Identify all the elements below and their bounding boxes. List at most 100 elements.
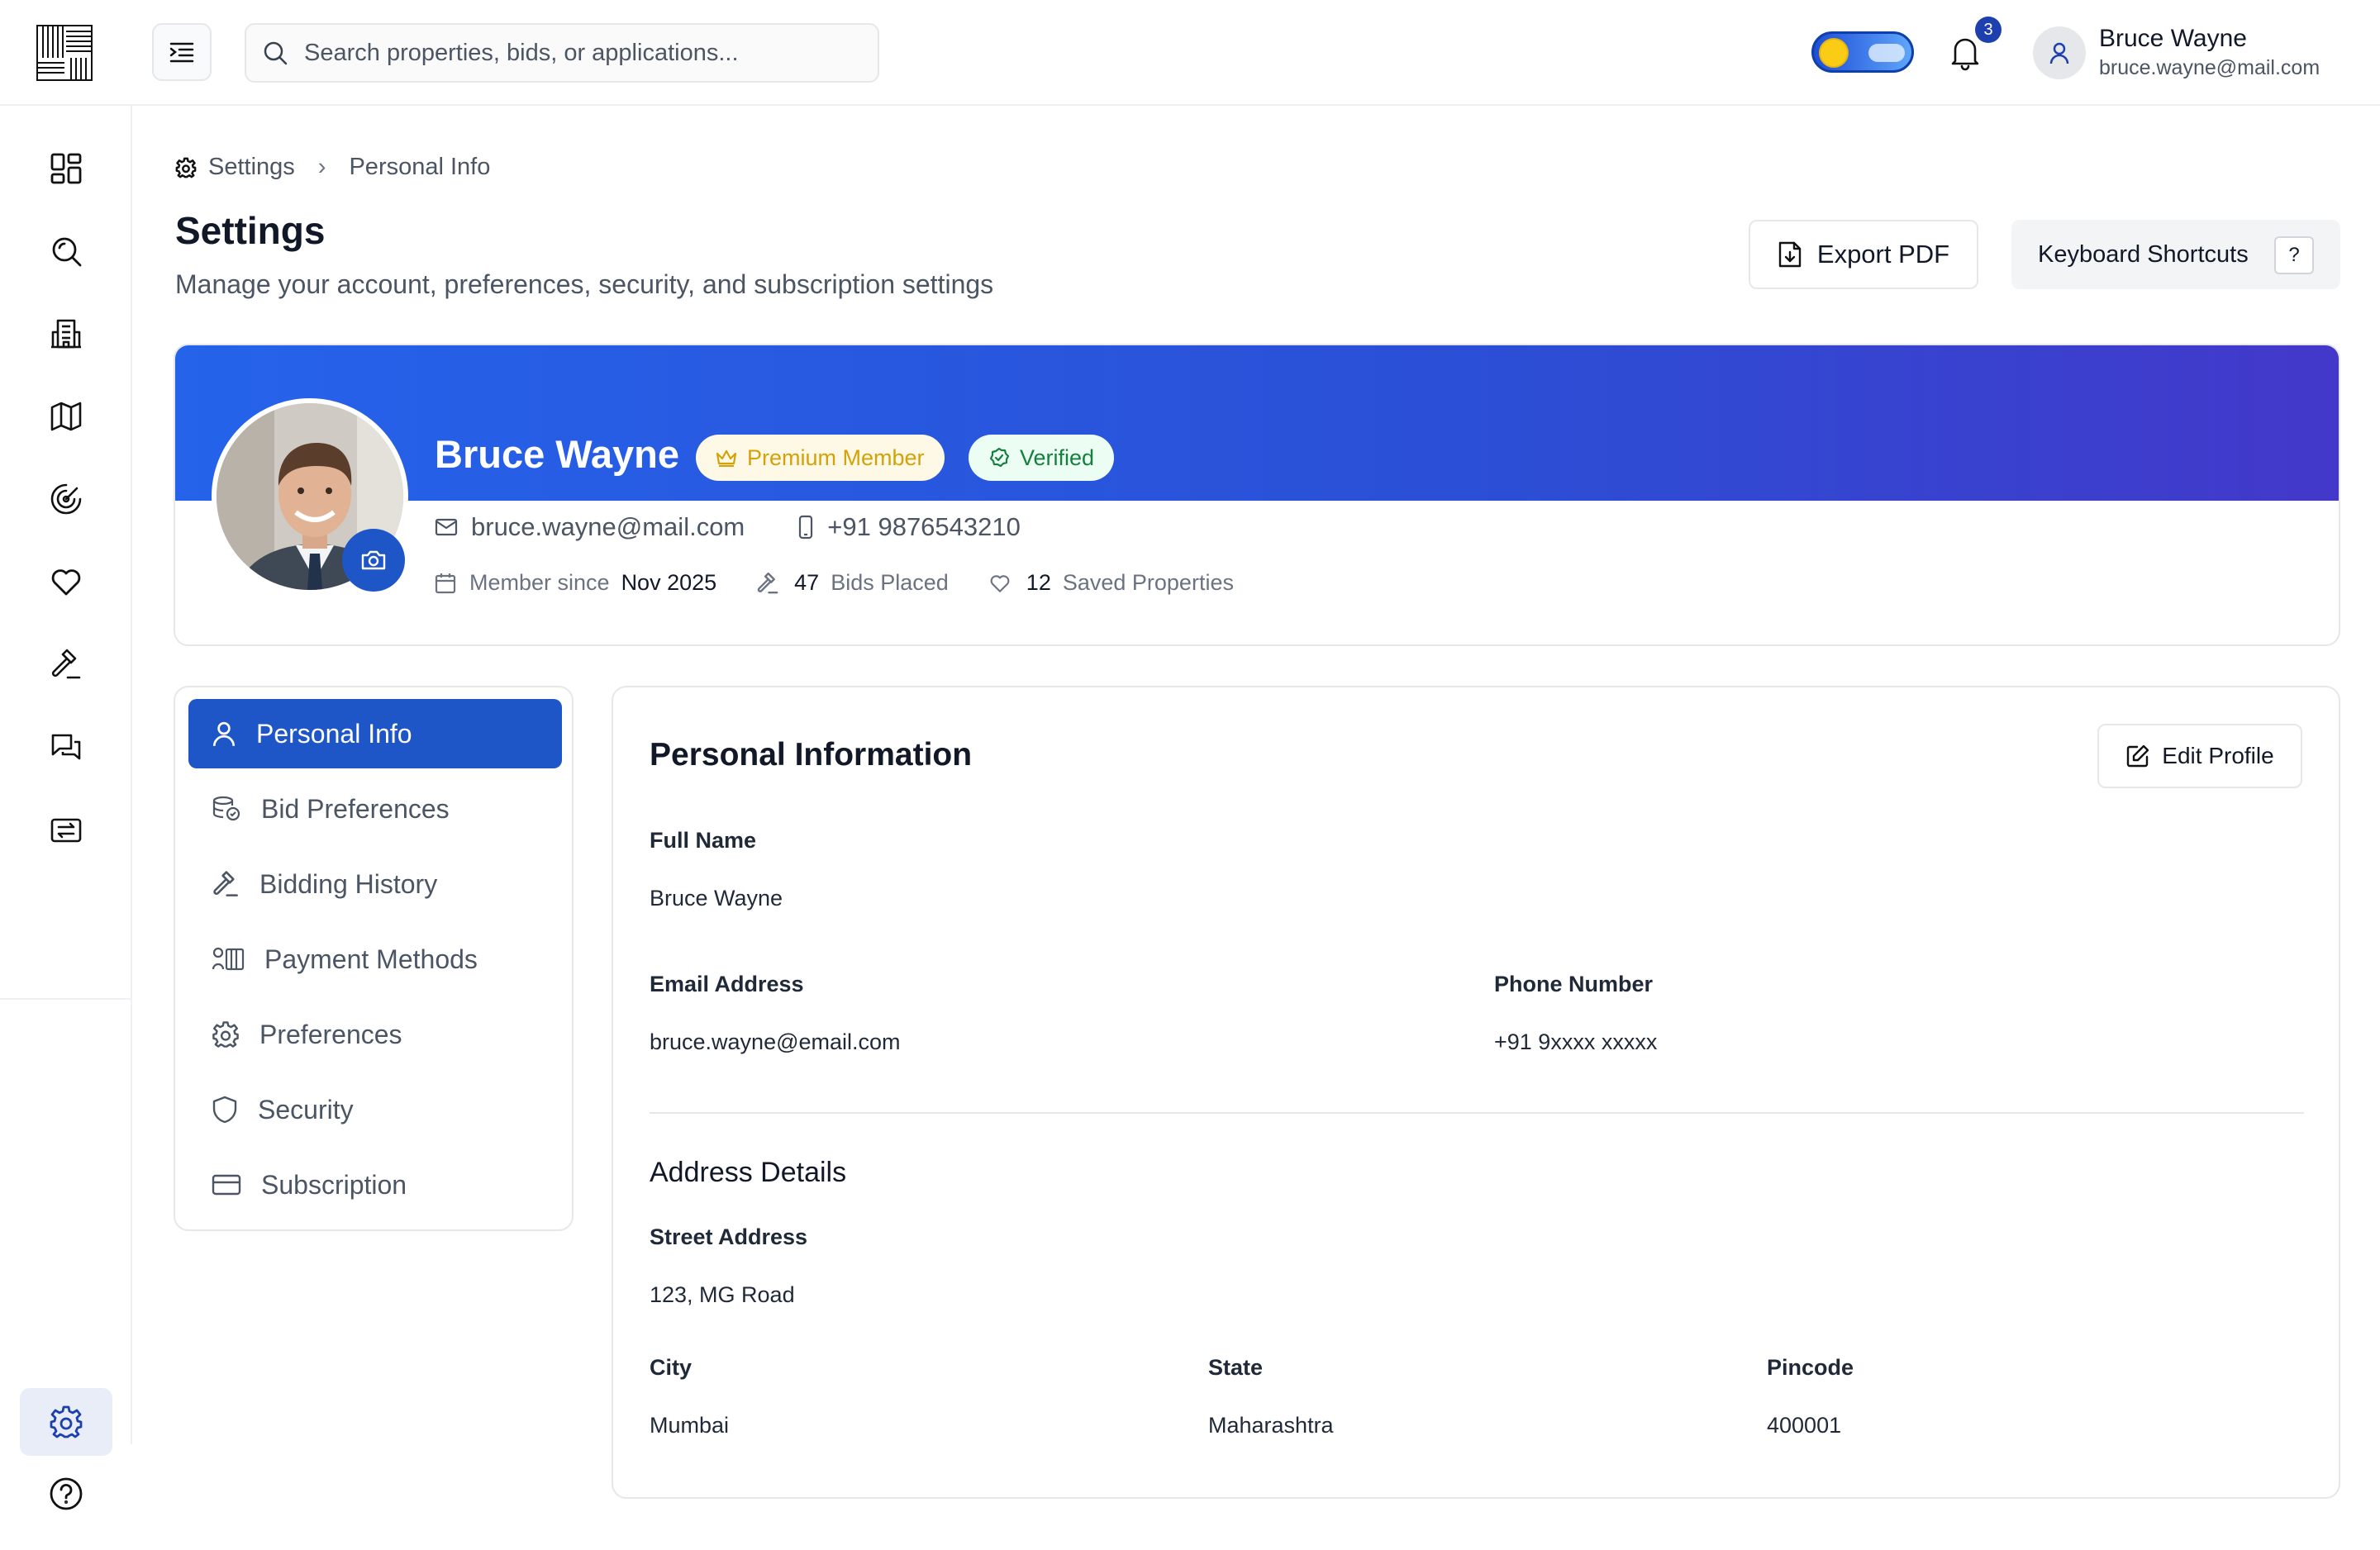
breadcrumb: Settings › Personal Info xyxy=(175,154,490,181)
premium-member-label: Premium Member xyxy=(747,445,925,470)
notification-count-badge: 3 xyxy=(1975,17,2002,43)
profile-contact-row: bruce.wayne@mail.com +91 9876543210 xyxy=(435,512,1021,542)
pincode-label: Pincode xyxy=(1767,1355,1854,1380)
sidebar-item-map[interactable] xyxy=(43,393,89,440)
address-details-title: Address Details xyxy=(650,1157,847,1188)
settings-nav-preferences[interactable]: Preferences xyxy=(188,1000,562,1069)
settings-nav-payment-methods[interactable]: Payment Methods xyxy=(188,925,562,994)
street-address-label: Street Address xyxy=(650,1224,808,1249)
state-label: State xyxy=(1208,1355,1264,1380)
personal-information-card: Personal Information Edit Profile Full N… xyxy=(612,686,2340,1499)
email-address-label: Email Address xyxy=(650,972,804,996)
chat-icon xyxy=(51,734,81,760)
settings-nav-bidding-history[interactable]: Bidding History xyxy=(188,849,562,919)
gear-icon xyxy=(50,1405,83,1438)
bids-label: Bids Placed xyxy=(831,570,949,595)
search-input[interactable] xyxy=(302,38,848,68)
keyboard-shortcuts-button[interactable]: Keyboard Shortcuts ? xyxy=(2011,220,2340,289)
settings-nav-label: Payment Methods xyxy=(264,944,478,974)
gavel-icon xyxy=(213,871,238,896)
sidebar-item-dashboard[interactable] xyxy=(43,145,89,192)
settings-nav-label: Personal Info xyxy=(256,718,412,749)
city-value: Mumbai xyxy=(650,1413,730,1438)
member-since-value: Nov 2025 xyxy=(621,570,717,595)
phone-icon xyxy=(799,515,813,540)
breadcrumb-current: Personal Info xyxy=(349,154,491,180)
header-user-email: bruce.wayne@mail.com xyxy=(2099,56,2320,79)
notifications-button[interactable] xyxy=(1949,35,1982,71)
export-pdf-label: Export PDF xyxy=(1816,240,1950,269)
shortcut-key-badge: ? xyxy=(2274,236,2314,274)
search-icon xyxy=(264,41,288,65)
sidebar-item-transactions[interactable] xyxy=(43,806,89,853)
gear-icon xyxy=(212,1021,239,1048)
verified-check-icon xyxy=(989,447,1010,468)
full-name-label: Full Name xyxy=(650,828,757,853)
sidebar-item-help[interactable] xyxy=(43,1471,89,1517)
sidebar-item-activity[interactable] xyxy=(43,476,89,522)
full-name-value: Bruce Wayne xyxy=(650,886,783,911)
change-photo-button[interactable] xyxy=(342,529,405,592)
email-address-value: bruce.wayne@email.com xyxy=(650,1029,901,1054)
sidebar-item-favorites[interactable] xyxy=(43,559,89,605)
search-icon xyxy=(52,237,82,267)
theme-toggle[interactable] xyxy=(1811,31,1914,73)
sidebar-item-properties[interactable] xyxy=(43,311,89,357)
settings-nav-label: Bid Preferences xyxy=(261,793,450,824)
menu-toggle-button[interactable] xyxy=(152,23,212,81)
export-pdf-button[interactable]: Export PDF xyxy=(1749,220,1978,289)
settings-nav-subscription[interactable]: Subscription xyxy=(188,1150,562,1220)
shield-icon xyxy=(212,1096,237,1124)
page-subtitle: Manage your account, preferences, securi… xyxy=(175,269,994,299)
calendar-icon xyxy=(435,573,456,593)
sidebar xyxy=(0,106,132,1510)
edit-profile-button[interactable]: Edit Profile xyxy=(2097,724,2302,788)
building-icon xyxy=(51,319,81,349)
user-icon xyxy=(212,721,236,747)
settings-nav-label: Preferences xyxy=(259,1019,402,1049)
target-icon xyxy=(50,483,82,515)
gavel-icon xyxy=(51,649,81,679)
settings-nav-label: Security xyxy=(258,1094,354,1124)
coins-icon xyxy=(212,796,240,821)
sidebar-item-messages[interactable] xyxy=(43,724,89,770)
sidebar-item-auctions[interactable] xyxy=(43,641,89,687)
user-icon xyxy=(2049,42,2069,64)
profile-banner xyxy=(175,345,2339,501)
breadcrumb-chevron-icon: › xyxy=(317,154,326,180)
breadcrumb-settings-link[interactable]: Settings xyxy=(208,154,295,181)
dashboard-icon xyxy=(50,153,82,184)
saved-count: 12 xyxy=(1026,570,1051,595)
settings-nav-label: Bidding History xyxy=(259,868,438,899)
heart-icon xyxy=(990,574,1010,592)
saved-label: Saved Properties xyxy=(1062,570,1234,595)
header-user-name[interactable]: Bruce Wayne xyxy=(2099,25,2247,53)
settings-nav: Personal Info Bid Preferences Bidding Hi… xyxy=(174,686,574,1231)
payment-icon xyxy=(212,947,245,971)
app-logo[interactable] xyxy=(36,25,93,81)
profile-email: bruce.wayne@mail.com xyxy=(471,512,745,541)
sidebar-settings-icon-wrap[interactable] xyxy=(43,1399,89,1445)
profile-name: Bruce Wayne xyxy=(435,432,680,476)
profile-phone: +91 9876543210 xyxy=(827,512,1021,541)
sidebar-item-search[interactable] xyxy=(43,228,89,274)
edit-profile-label: Edit Profile xyxy=(2162,743,2274,768)
card-icon xyxy=(212,1174,241,1196)
keyboard-shortcuts-label: Keyboard Shortcuts xyxy=(2038,240,2249,268)
user-avatar[interactable] xyxy=(2033,26,2086,79)
map-icon xyxy=(50,402,82,431)
settings-nav-label: Subscription xyxy=(261,1169,407,1200)
bids-count: 47 xyxy=(794,570,820,595)
settings-nav-security[interactable]: Security xyxy=(188,1075,562,1144)
sun-icon xyxy=(1819,38,1849,68)
mail-icon xyxy=(435,518,458,536)
help-icon xyxy=(50,1477,83,1510)
profile-card: Bruce Wayne Premium Member Verified bruc… xyxy=(174,344,2340,646)
premium-member-badge: Premium Member xyxy=(696,435,945,481)
city-label: City xyxy=(650,1355,693,1380)
sidebar-divider xyxy=(0,998,132,1000)
verified-badge: Verified xyxy=(969,435,1115,481)
page-title: Settings xyxy=(175,209,326,252)
settings-nav-personal-info[interactable]: Personal Info xyxy=(188,699,562,768)
settings-nav-bid-preferences[interactable]: Bid Preferences xyxy=(188,774,562,844)
